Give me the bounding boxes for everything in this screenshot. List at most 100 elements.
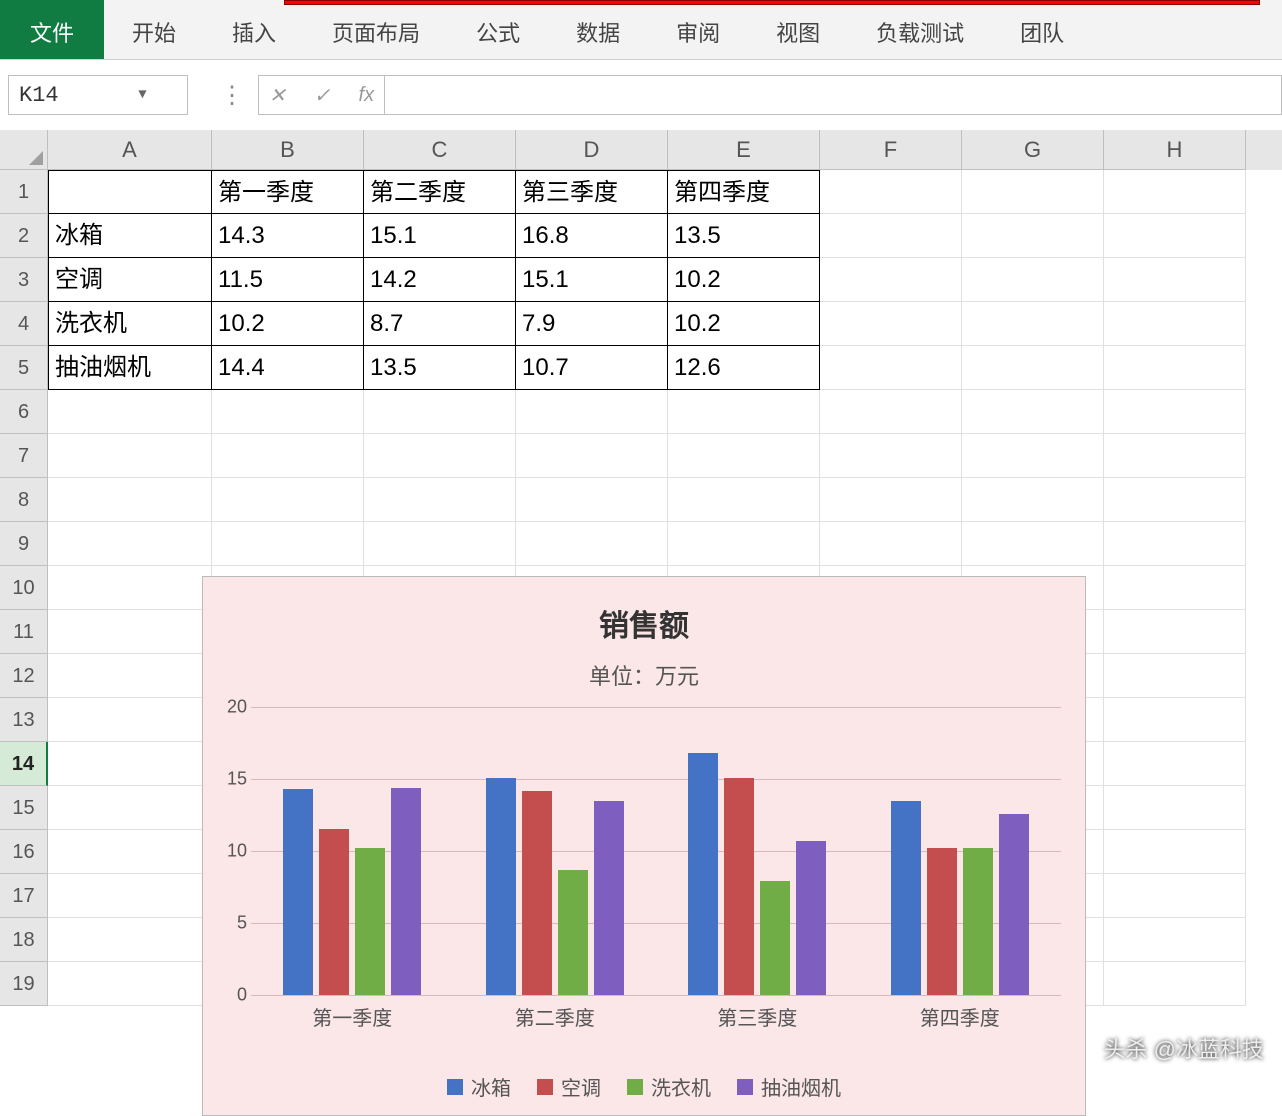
cell-E1[interactable]: 第四季度 (668, 170, 820, 214)
cell-D4[interactable]: 7.9 (516, 302, 668, 346)
cell-A15[interactable] (48, 786, 212, 830)
chart-bar-空调[interactable] (927, 848, 957, 995)
ribbon-tab-home[interactable]: 开始 (104, 0, 204, 59)
ribbon-tab-review[interactable]: 审阅 (648, 0, 748, 59)
ribbon-tab-layout[interactable]: 页面布局 (304, 0, 448, 59)
cell-C8[interactable] (364, 478, 516, 522)
cell-F2[interactable] (820, 214, 962, 258)
row-header-3[interactable]: 3 (0, 258, 48, 302)
col-header-B[interactable]: B (212, 130, 364, 170)
cell-B5[interactable]: 14.4 (212, 346, 364, 390)
accept-icon[interactable]: ✓ (314, 83, 331, 108)
cell-A19[interactable] (48, 962, 212, 1006)
cell-H11[interactable] (1104, 610, 1246, 654)
cell-B3[interactable]: 11.5 (212, 258, 364, 302)
cell-A11[interactable] (48, 610, 212, 654)
cell-C9[interactable] (364, 522, 516, 566)
cell-G7[interactable] (962, 434, 1104, 478)
ribbon-tab-data[interactable]: 数据 (548, 0, 648, 59)
cell-F9[interactable] (820, 522, 962, 566)
cell-A14[interactable] (48, 742, 212, 786)
cell-C1[interactable]: 第二季度 (364, 170, 516, 214)
row-header-12[interactable]: 12 (0, 654, 48, 698)
cell-H18[interactable] (1104, 918, 1246, 962)
cell-C3[interactable]: 14.2 (364, 258, 516, 302)
cell-E6[interactable] (668, 390, 820, 434)
cell-E8[interactable] (668, 478, 820, 522)
cell-F7[interactable] (820, 434, 962, 478)
cell-D2[interactable]: 16.8 (516, 214, 668, 258)
cell-H12[interactable] (1104, 654, 1246, 698)
cell-B2[interactable]: 14.3 (212, 214, 364, 258)
cell-B1[interactable]: 第一季度 (212, 170, 364, 214)
cell-C2[interactable]: 15.1 (364, 214, 516, 258)
cell-A9[interactable] (48, 522, 212, 566)
col-header-D[interactable]: D (516, 130, 668, 170)
cell-B4[interactable]: 10.2 (212, 302, 364, 346)
cell-G5[interactable] (962, 346, 1104, 390)
row-header-8[interactable]: 8 (0, 478, 48, 522)
legend-item[interactable]: 洗衣机 (627, 1072, 711, 1101)
chart-bar-冰箱[interactable] (688, 753, 718, 995)
row-header-11[interactable]: 11 (0, 610, 48, 654)
cell-A7[interactable] (48, 434, 212, 478)
cell-A3[interactable]: 空调 (48, 258, 212, 302)
cell-H9[interactable] (1104, 522, 1246, 566)
row-header-16[interactable]: 16 (0, 830, 48, 874)
cell-H19[interactable] (1104, 962, 1246, 1006)
cell-G4[interactable] (962, 302, 1104, 346)
legend-item[interactable]: 冰箱 (447, 1072, 511, 1101)
cell-G6[interactable] (962, 390, 1104, 434)
formula-input[interactable] (385, 75, 1282, 115)
cell-F1[interactable] (820, 170, 962, 214)
name-box-value[interactable]: K14 (9, 83, 98, 108)
chart-bar-空调[interactable] (724, 778, 754, 995)
row-header-1[interactable]: 1 (0, 170, 48, 214)
cell-D9[interactable] (516, 522, 668, 566)
cell-D3[interactable]: 15.1 (516, 258, 668, 302)
cell-A17[interactable] (48, 874, 212, 918)
ribbon-tab-file[interactable]: 文件 (0, 0, 104, 59)
cell-H2[interactable] (1104, 214, 1246, 258)
ribbon-tab-formula[interactable]: 公式 (448, 0, 548, 59)
row-header-9[interactable]: 9 (0, 522, 48, 566)
chart-bar-抽油烟机[interactable] (391, 788, 421, 995)
chart-bar-冰箱[interactable] (891, 801, 921, 995)
row-header-5[interactable]: 5 (0, 346, 48, 390)
cell-G1[interactable] (962, 170, 1104, 214)
chart-bar-抽油烟机[interactable] (796, 841, 826, 995)
cell-E7[interactable] (668, 434, 820, 478)
cell-H17[interactable] (1104, 874, 1246, 918)
row-header-10[interactable]: 10 (0, 566, 48, 610)
chart-bar-冰箱[interactable] (486, 778, 516, 995)
cell-A4[interactable]: 洗衣机 (48, 302, 212, 346)
cell-G9[interactable] (962, 522, 1104, 566)
chart-bar-洗衣机[interactable] (963, 848, 993, 995)
cell-E4[interactable]: 10.2 (668, 302, 820, 346)
row-header-15[interactable]: 15 (0, 786, 48, 830)
select-all-corner[interactable] (0, 130, 48, 170)
cell-G2[interactable] (962, 214, 1104, 258)
cell-B6[interactable] (212, 390, 364, 434)
cell-A2[interactable]: 冰箱 (48, 214, 212, 258)
row-header-7[interactable]: 7 (0, 434, 48, 478)
cell-D5[interactable]: 10.7 (516, 346, 668, 390)
cell-A6[interactable] (48, 390, 212, 434)
cell-H10[interactable] (1104, 566, 1246, 610)
chart-bar-空调[interactable] (522, 791, 552, 995)
col-header-F[interactable]: F (820, 130, 962, 170)
cell-H16[interactable] (1104, 830, 1246, 874)
cell-C7[interactable] (364, 434, 516, 478)
cell-A12[interactable] (48, 654, 212, 698)
col-header-C[interactable]: C (364, 130, 516, 170)
cell-A16[interactable] (48, 830, 212, 874)
cell-H1[interactable] (1104, 170, 1246, 214)
cell-H3[interactable] (1104, 258, 1246, 302)
cell-A8[interactable] (48, 478, 212, 522)
cell-H6[interactable] (1104, 390, 1246, 434)
cell-D7[interactable] (516, 434, 668, 478)
legend-item[interactable]: 抽油烟机 (737, 1072, 841, 1101)
cell-H14[interactable] (1104, 742, 1246, 786)
cell-F5[interactable] (820, 346, 962, 390)
cell-A5[interactable]: 抽油烟机 (48, 346, 212, 390)
